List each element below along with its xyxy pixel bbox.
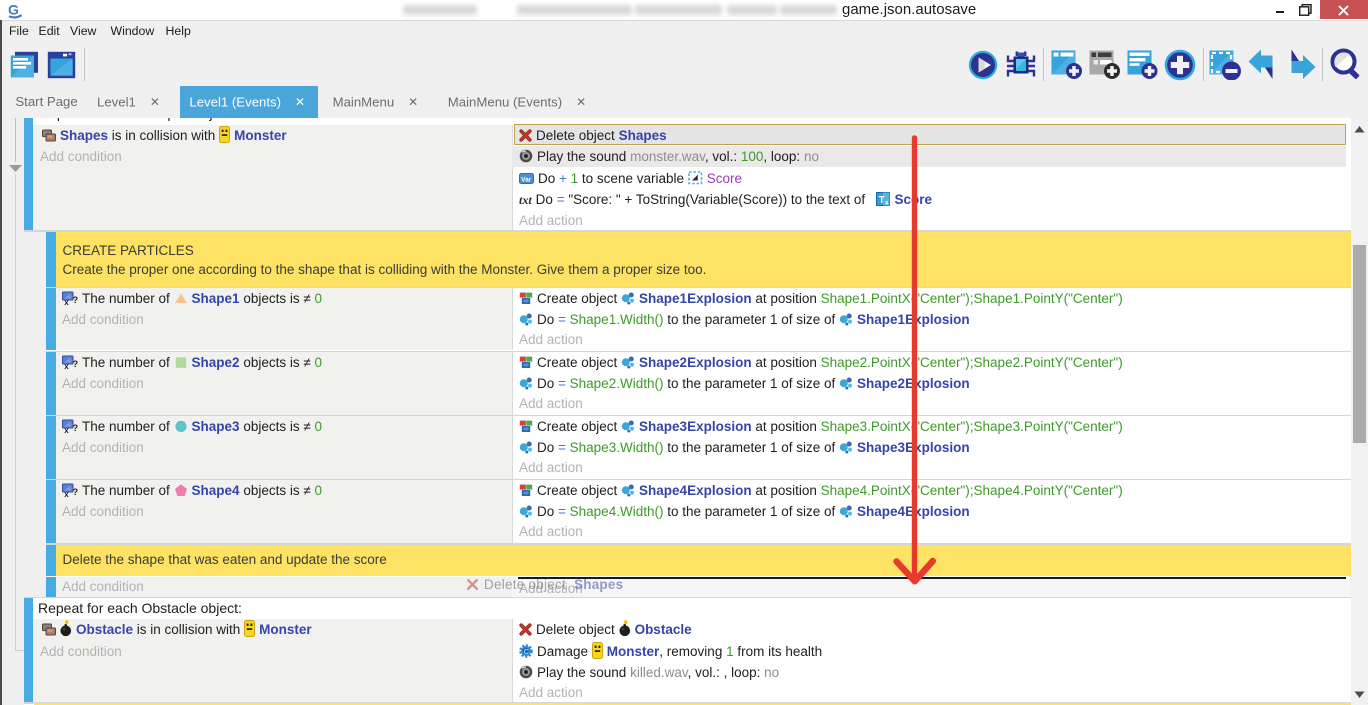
- svg-text:Var: Var: [521, 176, 532, 183]
- svg-text:?: ?: [73, 423, 78, 433]
- svg-text:x: x: [64, 490, 69, 497]
- svg-text:G: G: [8, 2, 19, 18]
- svg-text:T: T: [879, 195, 885, 206]
- svg-text:?: ?: [73, 359, 78, 369]
- svg-text:x: x: [64, 297, 69, 304]
- svg-text:x: x: [64, 426, 69, 433]
- svg-text:x: x: [885, 200, 889, 206]
- svg-text:?: ?: [73, 295, 78, 305]
- svg-text:?: ?: [73, 487, 78, 497]
- svg-text:x: x: [64, 362, 69, 369]
- svg-text:C: C: [524, 647, 530, 656]
